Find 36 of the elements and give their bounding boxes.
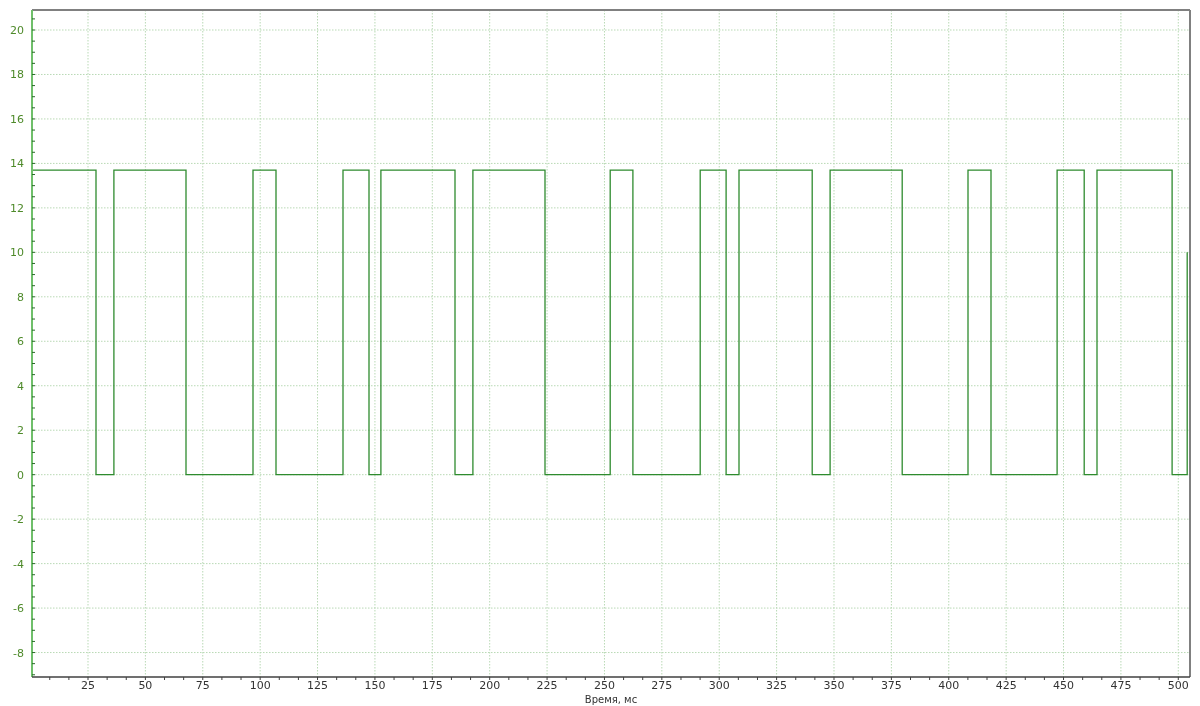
x-tick-label: 350 <box>823 679 845 692</box>
x-tick-label: 300 <box>708 679 730 692</box>
x-tick-label: 75 <box>195 679 210 692</box>
x-tick-label: 375 <box>880 679 902 692</box>
y-tick-label: 0 <box>17 468 24 482</box>
y-tick-label: -2 <box>13 513 24 527</box>
y-tick-label: 18 <box>10 68 24 82</box>
x-tick-label: 25 <box>81 679 95 692</box>
x-tick-label: 150 <box>364 679 386 692</box>
x-tick-label: 225 <box>536 679 558 692</box>
y-tick-label: 6 <box>17 335 24 349</box>
x-tick-label: 500 <box>1167 679 1189 692</box>
y-tick-label: -4 <box>13 557 24 571</box>
y-tick-label: 10 <box>10 246 24 260</box>
y-tick-label: -6 <box>13 602 24 616</box>
y-tick-label: 16 <box>10 112 24 126</box>
x-axis-title: Время, мс <box>584 694 638 705</box>
x-tick-label: 400 <box>938 679 960 692</box>
y-tick-label: 12 <box>10 201 24 215</box>
x-tick-label: 275 <box>651 679 673 692</box>
x-tick-label: 425 <box>995 679 1017 692</box>
x-tick-label: 50 <box>138 679 153 692</box>
y-tick-label: 4 <box>17 379 24 393</box>
x-tick-label: 125 <box>307 679 329 692</box>
x-tick-label: 475 <box>1110 679 1132 692</box>
y-tick-label: 8 <box>17 290 24 304</box>
x-tick-label: 325 <box>766 679 788 692</box>
x-tick-label: 100 <box>249 679 271 692</box>
x-tick-label: 175 <box>421 679 443 692</box>
x-tick-label: 200 <box>479 679 501 692</box>
x-tick-label: 250 <box>593 679 615 692</box>
x-tick-label: 450 <box>1053 679 1075 692</box>
y-tick-label: -8 <box>13 646 24 660</box>
y-tick-label: 2 <box>17 424 24 438</box>
y-tick-label: 20 <box>10 24 24 37</box>
y-tick-label: 14 <box>10 157 24 171</box>
